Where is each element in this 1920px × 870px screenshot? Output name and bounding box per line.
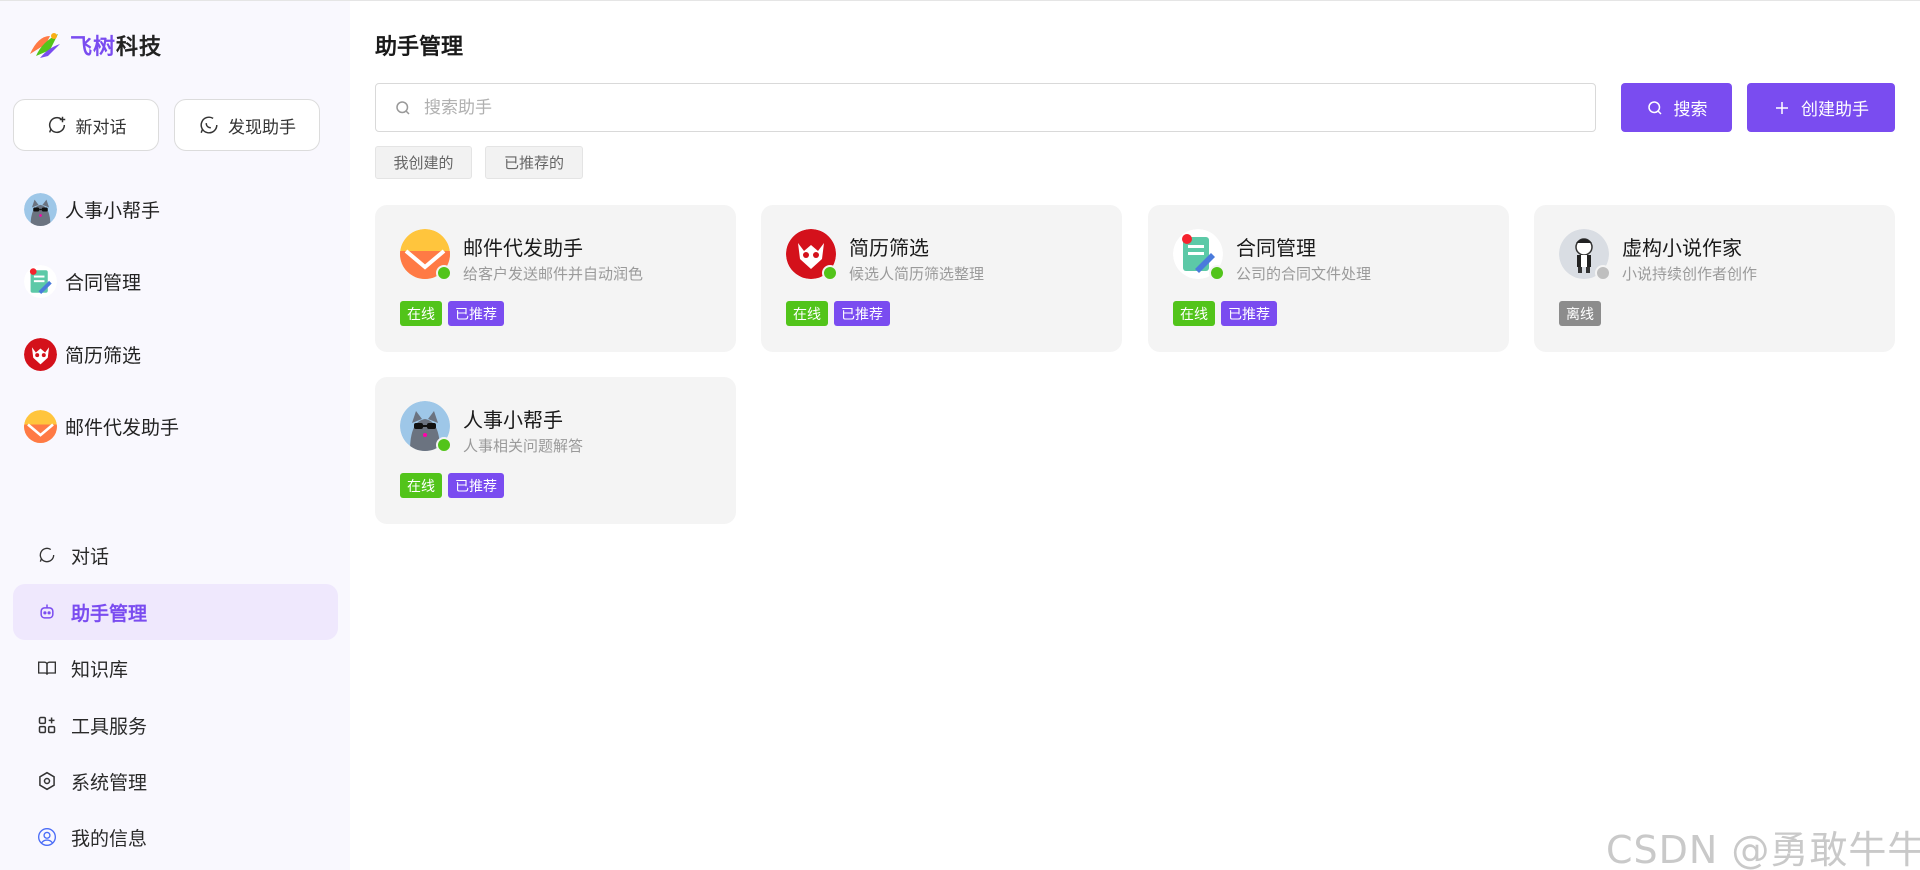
assistant-name: 简历筛选: [849, 236, 929, 260]
recent-item-label: 邮件代发助手: [65, 417, 180, 439]
brand-name: 飞树科技: [70, 29, 162, 61]
offline-status-dot: [1595, 265, 1611, 281]
nav-item-tools[interactable]: 工具服务: [13, 697, 338, 753]
cat-avatar: [24, 193, 57, 226]
search-button[interactable]: 搜索: [1621, 83, 1732, 132]
filter-created-by-me[interactable]: 我创建的: [375, 146, 472, 179]
robot-icon: [40, 604, 54, 619]
assistant-card[interactable]: 邮件代发助手 给客户发送邮件并自动润色 在线 已推荐: [375, 205, 736, 352]
status-badge: 在线: [400, 473, 442, 498]
writer-avatar: [1559, 229, 1611, 281]
assistant-description: 公司的合同文件处理: [1236, 265, 1372, 283]
assistant-card[interactable]: 人事小帮手 人事相关问题解答 在线 已推荐: [375, 377, 736, 524]
new-chat-label: 新对话: [75, 117, 127, 138]
assistant-description: 候选人简历筛选整理: [849, 265, 985, 283]
recommended-badge: 已推荐: [448, 473, 504, 498]
nav-item-label: 助手管理: [71, 602, 148, 625]
new-chat-button[interactable]: 新对话: [13, 99, 159, 151]
bird-logo-icon: [30, 33, 60, 58]
assistant-name: 合同管理: [1236, 236, 1316, 260]
recommended-badge: 已推荐: [448, 301, 504, 326]
recent-item-mail[interactable]: 邮件代发助手: [24, 410, 179, 443]
recent-item-label: 合同管理: [65, 272, 142, 294]
search-button-label: 搜索: [1673, 100, 1708, 120]
search-box[interactable]: [375, 83, 1596, 132]
plus-icon: [1776, 101, 1788, 114]
chat-plus-icon: [48, 116, 65, 134]
brand-logo[interactable]: 飞树科技: [28, 29, 162, 61]
contract-avatar: [24, 265, 57, 298]
discover-button[interactable]: 发现助手: [174, 99, 320, 151]
watermark: CSDN @勇敢牛牛_: [1606, 828, 1920, 870]
mail-avatar: [24, 410, 57, 443]
nav-item-assistant-management[interactable]: 助手管理: [13, 584, 338, 640]
recommended-badge: 已推荐: [1221, 301, 1277, 326]
app-window: 飞树科技 新对话 发现助手 人事小帮手 合同管理 简历筛选 邮件代发助手 对话 …: [0, 0, 1920, 870]
status-badge: 离线: [1559, 301, 1601, 326]
mail-avatar: [400, 229, 452, 281]
recent-item-hr-helper[interactable]: 人事小帮手: [24, 193, 160, 226]
user-icon: [38, 828, 56, 846]
assistant-description: 给客户发送邮件并自动润色: [463, 265, 644, 283]
assistant-description: 人事相关问题解答: [463, 437, 584, 455]
assistant-card[interactable]: 合同管理 公司的合同文件处理 在线 已推荐: [1148, 205, 1509, 352]
assistant-name: 人事小帮手: [463, 408, 563, 432]
brand-name-part2: 科技: [116, 35, 163, 60]
online-status-dot: [1209, 265, 1225, 281]
discover-label: 发现助手: [228, 117, 296, 138]
whatsapp-chat-icon: [200, 116, 218, 134]
search-icon: [1647, 100, 1662, 115]
main-content: 助手管理 搜索 创建助手 我创建的 已推荐的: [350, 1, 1920, 870]
nav-item-label: 对话: [71, 545, 110, 568]
sidebar: 飞树科技 新对话 发现助手 人事小帮手 合同管理 简历筛选 邮件代发助手 对话 …: [0, 1, 350, 870]
search-input[interactable]: [424, 97, 1574, 118]
book-icon: [38, 661, 56, 675]
page-title: 助手管理: [375, 35, 464, 60]
assistant-description: 小说持续创作者创作: [1622, 265, 1758, 283]
recent-item-label: 人事小帮手: [65, 200, 161, 222]
filter-recommended[interactable]: 已推荐的: [485, 146, 583, 179]
online-status-dot: [436, 437, 452, 453]
resume-avatar: [786, 229, 838, 281]
create-assistant-button[interactable]: 创建助手: [1747, 83, 1895, 132]
nav-item-knowledge-base[interactable]: 知识库: [13, 640, 338, 696]
assistant-name: 邮件代发助手: [463, 236, 583, 260]
search-icon: [396, 100, 410, 115]
online-status-dot: [436, 265, 452, 281]
recommended-badge: 已推荐: [834, 301, 890, 326]
recent-item-resume[interactable]: 简历筛选: [24, 338, 141, 371]
chat-icon: [39, 547, 55, 563]
brand-name-part1: 飞树: [70, 35, 117, 60]
recent-item-label: 简历筛选: [65, 345, 142, 367]
settings-icon: [39, 771, 55, 791]
contract-avatar: [1173, 229, 1225, 281]
nav-item-label: 工具服务: [71, 715, 148, 738]
cat-avatar: [400, 401, 452, 453]
nav-item-chat[interactable]: 对话: [13, 527, 338, 583]
status-badge: 在线: [1173, 301, 1215, 326]
assistant-name: 虚构小说作家: [1622, 236, 1742, 260]
status-badge: 在线: [786, 301, 828, 326]
nav-item-my-info[interactable]: 我的信息: [13, 809, 338, 865]
recent-item-contract[interactable]: 合同管理: [24, 265, 141, 298]
nav-item-label: 我的信息: [71, 827, 148, 850]
assistant-card[interactable]: 简历筛选 候选人简历筛选整理 在线 已推荐: [761, 205, 1122, 352]
assistant-card[interactable]: 虚构小说作家 小说持续创作者创作 离线: [1534, 205, 1895, 352]
online-status-dot: [822, 265, 838, 281]
apps-icon: [38, 716, 56, 734]
nav-item-system-settings[interactable]: 系统管理: [13, 753, 338, 809]
nav-item-label: 系统管理: [71, 771, 148, 794]
create-button-label: 创建助手: [1801, 100, 1869, 120]
nav-item-label: 知识库: [71, 658, 129, 681]
status-badge: 在线: [400, 301, 442, 326]
resume-avatar: [24, 338, 57, 371]
